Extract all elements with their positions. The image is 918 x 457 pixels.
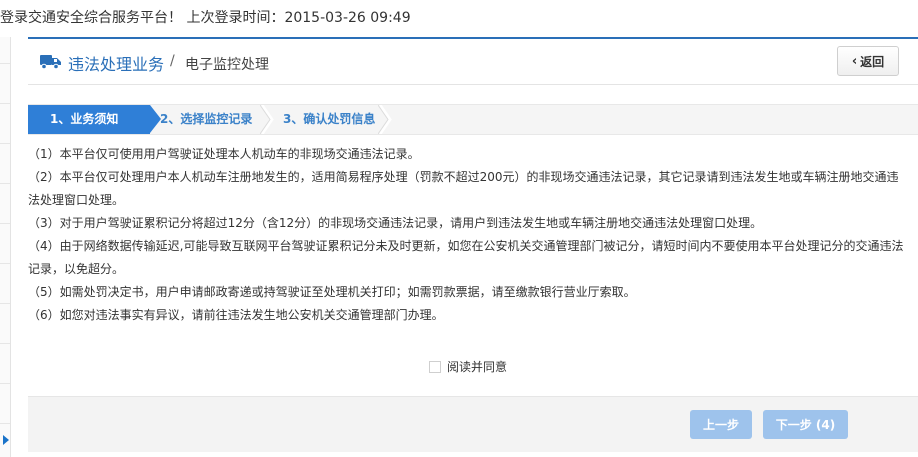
breadcrumb-separator: / — [170, 53, 175, 69]
login-status-text: 登录交通安全综合服务平台！ 上次登录时间：2015-03-26 09:49 — [0, 10, 411, 26]
agree-checkbox-row[interactable]: 阅读并同意 — [429, 358, 507, 375]
step-progress-bar: 1、业务须知 2、选择监控记录 3、确认处罚信息 — [28, 104, 918, 135]
truck-icon — [40, 55, 61, 69]
back-button[interactable]: ‹ 返回 — [837, 46, 899, 76]
rail-divider — [0, 183, 10, 184]
chevron-right-icon — [378, 105, 392, 134]
step-confirm-penalty: 3、确认处罚信息 — [283, 112, 376, 126]
agree-label: 阅读并同意 — [447, 360, 508, 374]
previous-step-button[interactable]: 上一步 — [690, 410, 752, 439]
rail-divider — [0, 223, 10, 224]
notice-item: （4）由于网络数据传输延迟,可能导致互联网平台驾驶证累积记分未及时更新，如您在公… — [28, 239, 904, 276]
caret-right-icon[interactable] — [3, 435, 9, 445]
rail-divider — [0, 343, 10, 344]
rail-divider — [0, 303, 10, 304]
rail-divider — [0, 63, 10, 64]
panel-footer: 上一步 下一步 (4) — [28, 396, 918, 452]
step-business-notice: 1、业务须知 — [28, 105, 150, 134]
notice-item: （5）如需处罚决定书，用户申请邮政寄递或持驾驶证至处理机关打印；如需罚款票据，请… — [28, 285, 636, 299]
notice-item: （3）对于用户驾驶证累积记分将超过12分（含12分）的非现场交通违法记录，请用户… — [28, 216, 763, 230]
back-button-label: 返回 — [860, 54, 885, 69]
left-sidebar-rail — [0, 37, 11, 457]
rail-divider — [0, 143, 10, 144]
rail-divider — [0, 103, 10, 104]
breadcrumb-current: 电子监控处理 — [185, 57, 269, 73]
rail-divider — [0, 263, 10, 264]
next-step-button[interactable]: 下一步 (4) — [763, 410, 848, 439]
page-title: 违法处理业务 — [68, 55, 165, 74]
chevron-right-icon — [260, 105, 274, 134]
chevron-left-icon: ‹ — [851, 53, 858, 69]
notice-item: （6）如您对违法事实有异议，请前往违法发生地公安机关交通管理部门办理。 — [28, 308, 444, 322]
notice-item: （2）本平台仅可处理用户本人机动车注册地发生的，适用简易程序处理（罚款不超过20… — [28, 170, 899, 207]
violation-processing-panel: 违法处理业务 / 电子监控处理 ‹ 返回 1、业务须知 2、选择监控记录 3、确… — [28, 37, 918, 452]
agree-checkbox[interactable] — [429, 360, 441, 373]
panel-header: 违法处理业务 / 电子监控处理 ‹ 返回 — [28, 39, 918, 85]
rail-divider — [0, 383, 10, 384]
business-notice-text: （1）本平台仅可使用用户驾驶证处理本人机动车的非现场交通违法记录。 （2）本平台… — [28, 143, 910, 327]
notice-item: （1）本平台仅可使用用户驾驶证处理本人机动车的非现场交通违法记录。 — [28, 147, 420, 161]
step-select-record: 2、选择监控记录 — [160, 112, 253, 126]
rail-divider — [0, 423, 10, 424]
